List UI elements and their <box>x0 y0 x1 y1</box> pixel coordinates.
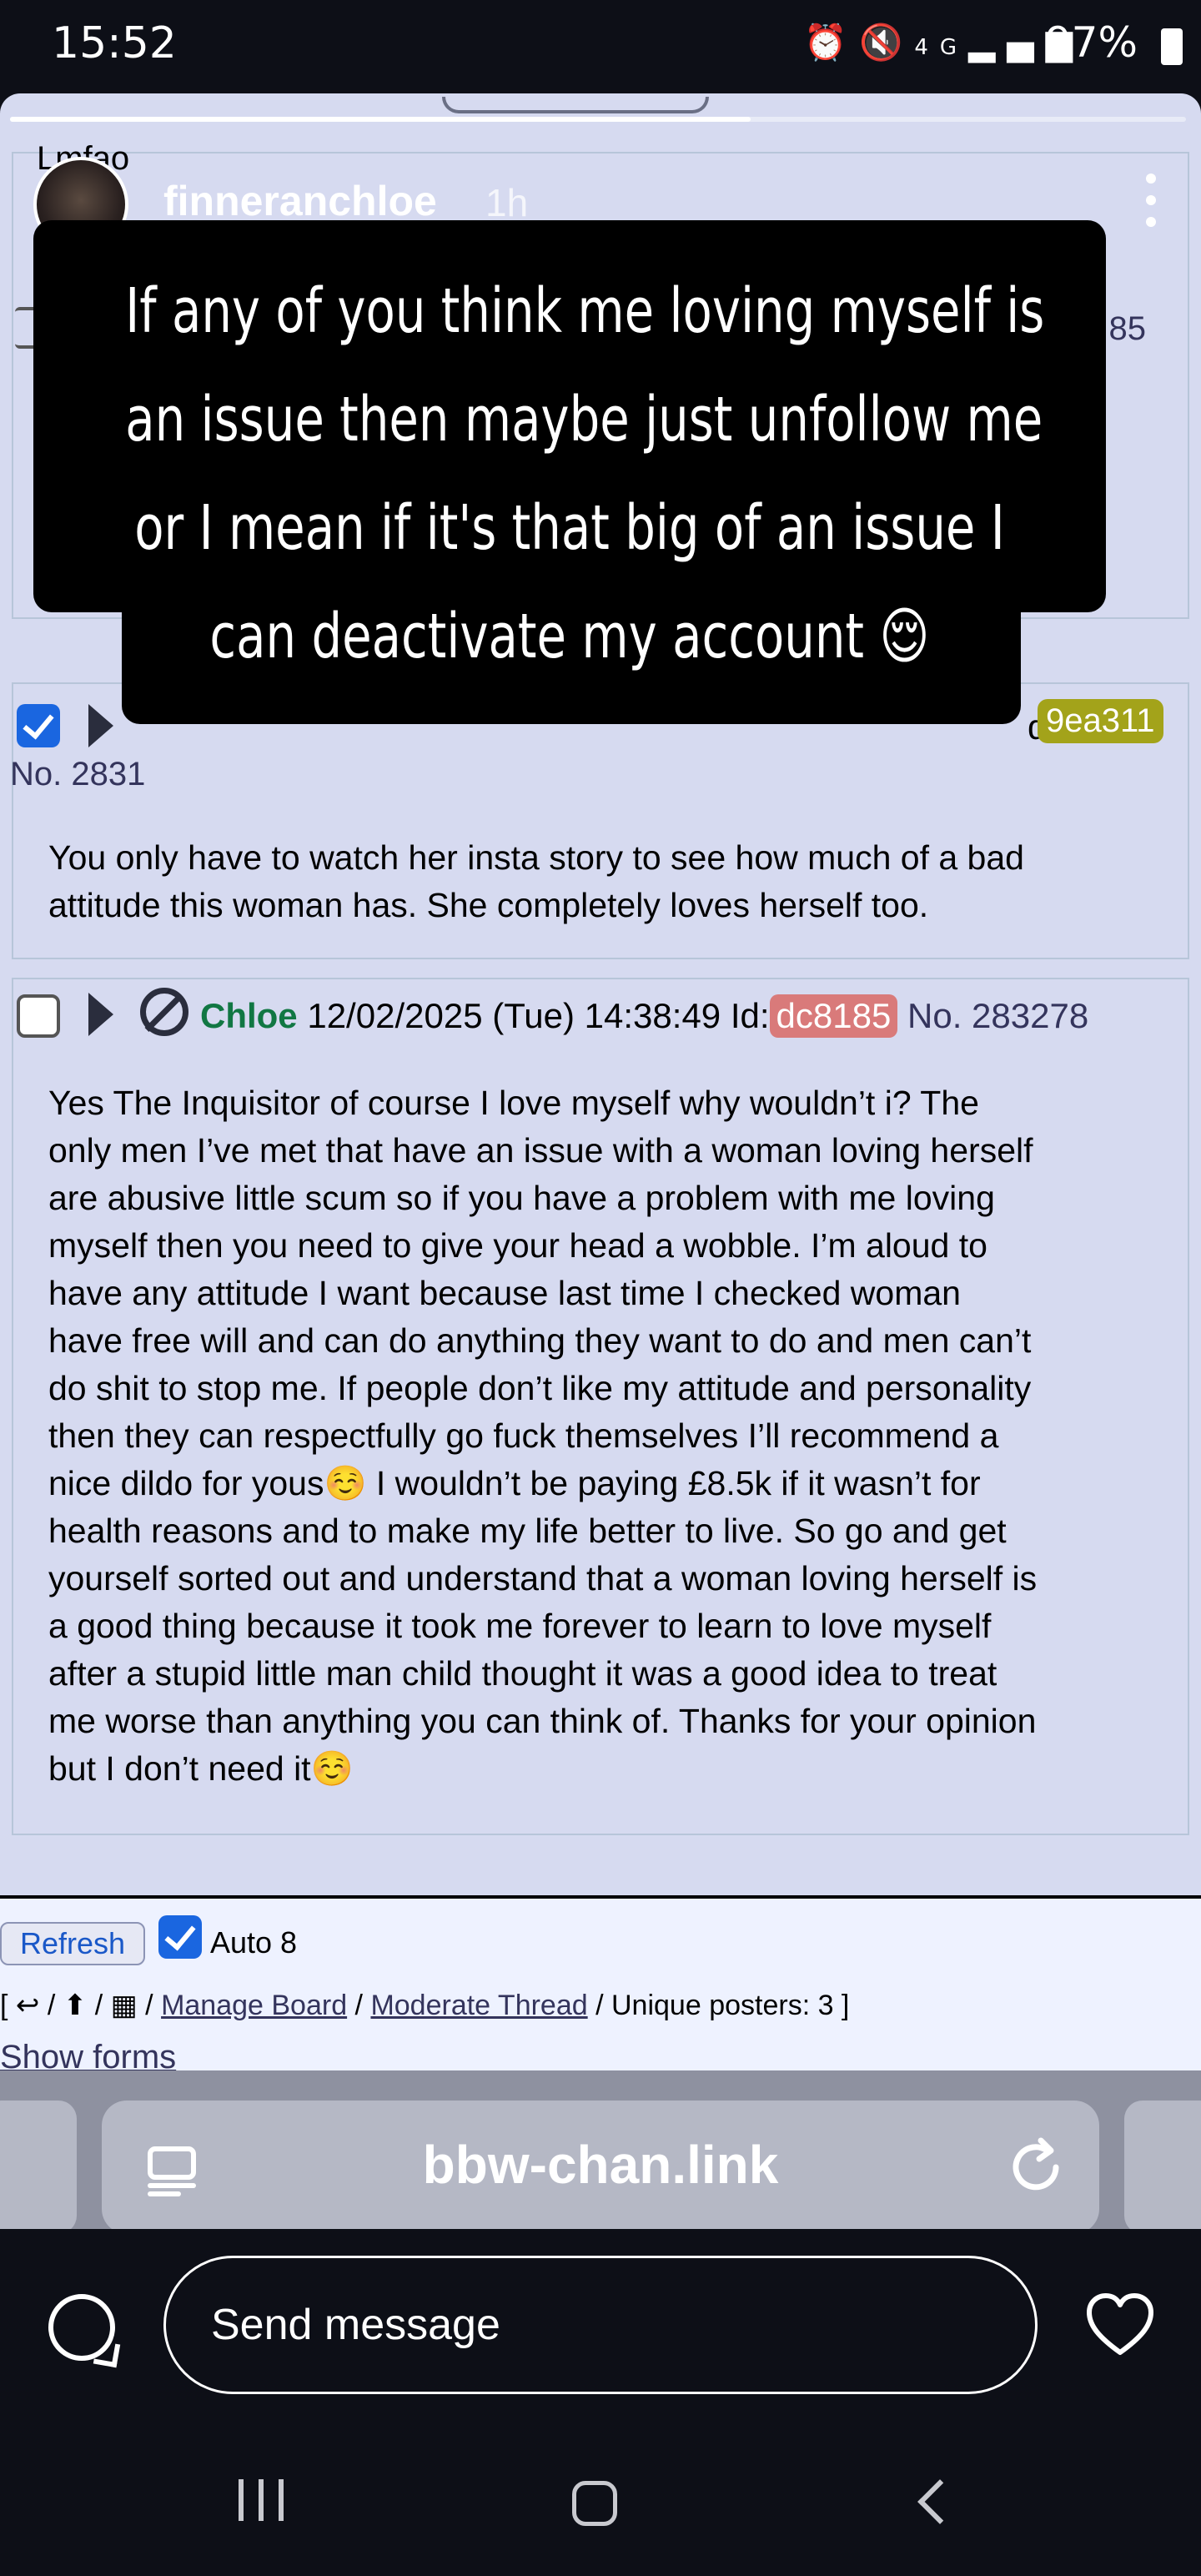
moderate-thread-link: Moderate Thread <box>370 1990 588 2021</box>
post-body-line: are abusive little scum so if you have a… <box>48 1179 995 1217</box>
return-icon: ↩ <box>15 1990 40 2021</box>
reply-bar <box>0 2229 1201 2438</box>
board-nav: [ ↩ / ⬆ / ▦ / Manage Board / Moderate Th… <box>0 1990 850 2021</box>
post-body: You only have to watch her insta story t… <box>48 834 1024 929</box>
caption-line: an issue then maybe just unfollow me <box>125 384 1043 455</box>
post-body-line: health reasons and to make my life bette… <box>48 1512 1007 1550</box>
auto-refresh-checkbox <box>158 1915 202 1959</box>
post-date: 12/02/2025 (Tue) 14:38:49 <box>307 996 721 1035</box>
url-text: bbw-chan.link <box>422 2135 779 2195</box>
more-options-icon[interactable] <box>1146 174 1158 227</box>
mute-icon: 🔇 <box>859 22 915 63</box>
post-body-line: nice dildo for yous☺️ I wouldn’t be payi… <box>48 1464 981 1502</box>
status-time: 15:52 <box>52 18 177 68</box>
post-id-badge: 9ea311 <box>1038 699 1163 743</box>
post-number: 85 <box>1108 310 1147 347</box>
hide-post-icon <box>140 988 188 1036</box>
post-body-line: yourself sorted out and understand that … <box>48 1559 1038 1597</box>
story-progress-fill <box>10 117 751 122</box>
system-nav-bar <box>0 2438 1201 2576</box>
story-username[interactable]: finneranchloe <box>163 177 437 225</box>
status-icons: ⏰🔇4G▂▄▆ <box>804 22 1084 63</box>
story-progress-bar <box>10 117 1186 122</box>
catalog-grid-icon: ▦ <box>110 1990 138 2021</box>
post-id-label: Id: <box>730 996 770 1035</box>
forum-post-3: Chloe 12/02/2025 (Tue) 14:38:49 Id: dc818… <box>12 978 1189 1835</box>
network-label: 4G <box>914 35 969 60</box>
story-timestamp: 1h <box>485 181 529 224</box>
post-body-line: Yes The Inquisitor of course I love myse… <box>48 1084 979 1122</box>
post-body-line: have any attitude I want because last ti… <box>48 1274 961 1312</box>
status-bar: 15:52 ⏰🔇4G▂▄▆ 97% <box>0 0 1201 92</box>
post-body-line: have free will and can do anything they … <box>48 1321 1032 1360</box>
up-arrow-icon: ⬆ <box>63 1990 88 2021</box>
browser-address-area: bbw-chan.link <box>0 2070 1201 2229</box>
screenshot-notch <box>442 97 709 113</box>
auto-refresh-label: Auto 8 <box>210 1925 298 1960</box>
post-header: Chloe 12/02/2025 (Tue) 14:38:49 Id: dc818… <box>200 994 1088 1038</box>
message-icon[interactable] <box>48 2294 115 2361</box>
story-view[interactable]: 85 d: 9ea311 No. 2831 You only have to w… <box>0 93 1201 2229</box>
post-body-line: only men I’ve met that have an issue wit… <box>48 1131 1033 1170</box>
browser-tab-left <box>0 2101 77 2229</box>
post-body-line: do shit to stop me. If people don’t like… <box>48 1369 1032 1407</box>
post-body-line: attitude this woman has. She completely … <box>48 886 929 924</box>
address-bar: bbw-chan.link <box>102 2101 1099 2229</box>
unique-posters: / Unique posters: 3 ] <box>595 1990 850 2021</box>
expand-triangle-icon <box>88 993 113 1036</box>
reload-icon <box>1013 2137 1059 2191</box>
browser-tab-right <box>1124 2101 1201 2229</box>
post-checkbox <box>17 704 60 747</box>
post-checkbox <box>17 994 60 1038</box>
post-body-line: but I don’t need it☺️ <box>48 1749 354 1788</box>
refresh-button: Refresh <box>0 1922 145 1965</box>
post-body: Yes The Inquisitor of course I love myse… <box>48 1079 1037 1793</box>
recents-button[interactable] <box>239 2479 285 2521</box>
alarm-icon: ⏰ <box>803 22 860 63</box>
manage-board-link: Manage Board <box>161 1990 348 2021</box>
post-id-badge: dc8185 <box>769 994 898 1038</box>
home-button[interactable] <box>572 2481 617 2526</box>
post-body-line: then they can respectfully go fuck thems… <box>48 1416 999 1455</box>
caption-line: or I mean if it's that big of an issue I <box>134 492 1005 564</box>
poster-name: Chloe <box>200 996 298 1035</box>
back-button[interactable] <box>917 2479 962 2524</box>
battery-percent: 97% <box>1044 18 1138 67</box>
send-message-input[interactable] <box>163 2256 1038 2394</box>
heart-icon[interactable] <box>1084 2289 1156 2361</box>
post-body-line: after a stupid little man child thought … <box>48 1654 997 1693</box>
post-number: No. 2831 <box>10 756 146 792</box>
caption-line: can deactivate my account 😌 <box>209 601 930 672</box>
post-body-line: a good thing because it took me forever … <box>48 1607 992 1645</box>
post-body-line: You only have to watch her insta story t… <box>48 838 1024 877</box>
caption-line: If any of you think me loving myself is <box>125 275 1045 347</box>
post-body-line: me worse than anything you can think of.… <box>48 1702 1037 1740</box>
post-number: No. 283278 <box>907 996 1089 1035</box>
post-body-line: myself then you need to give your head a… <box>48 1226 987 1265</box>
expand-triangle-icon <box>88 704 113 747</box>
battery-icon <box>1161 28 1183 65</box>
